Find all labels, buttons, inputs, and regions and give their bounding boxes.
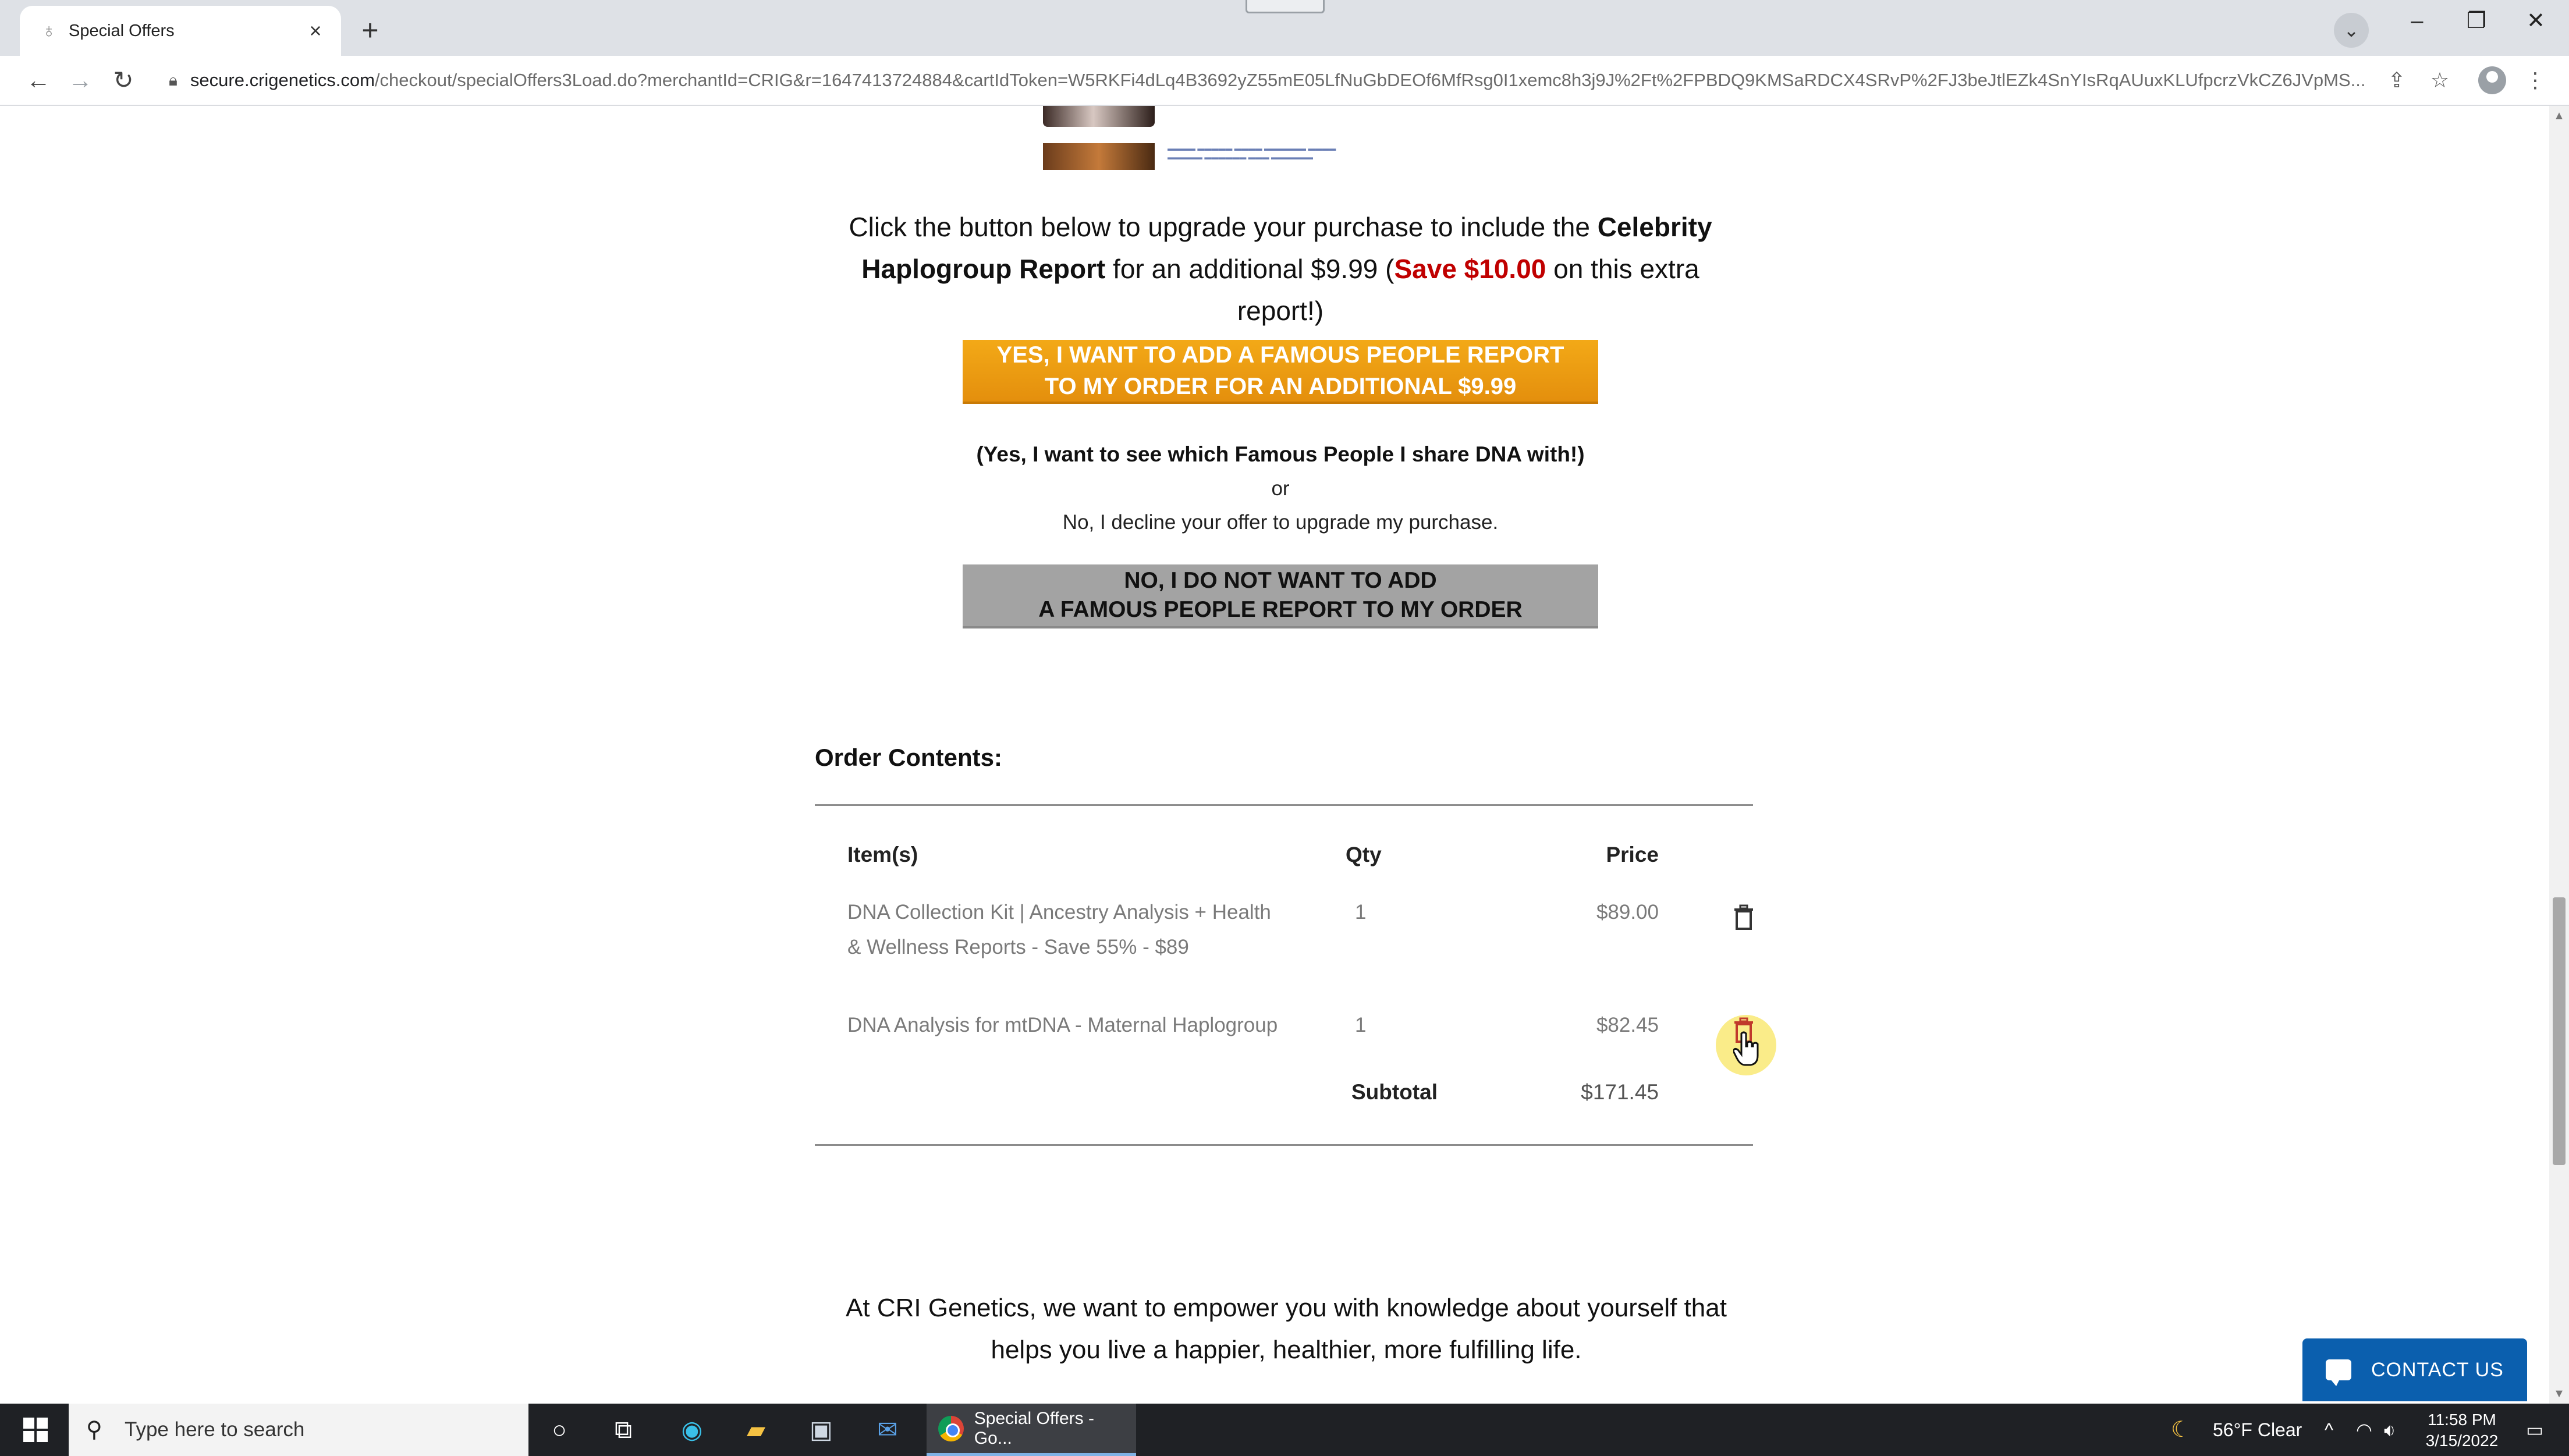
upgrade-pitch: Click the button below to upgrade your p… [815,206,1746,332]
top-drag-handle[interactable] [1246,0,1325,13]
tab-close-icon[interactable]: × [301,17,329,45]
star-icon[interactable]: ☆ [2423,64,2456,97]
decline-report-button[interactable]: NO, I DO NOT WANT TO ADD A FAMOUS PEOPLE… [963,564,1598,628]
add-report-button[interactable]: YES, I WANT TO ADD A FAMOUS PEOPLE REPOR… [963,340,1598,404]
subtotal-label: Subtotal [1351,1080,1438,1104]
windows-taskbar: ⚲ Type here to search ○ ⧉ ◉ ▰ ▣ ✉ Specia… [0,1404,2569,1456]
contact-label: CONTACT US [2371,1358,2504,1381]
mission-statement: At CRI Genetics, we want to empower you … [815,1287,1758,1371]
subtotal-value: $171.45 [1581,1080,1659,1104]
item-name: & Wellness Reports - Save 55% - $89 [847,936,1189,958]
scrollbar-thumb[interactable] [2553,897,2566,1165]
search-icon: ⚲ [86,1418,102,1442]
trash-icon[interactable] [1732,904,1755,931]
pitch-bold: Haplogroup Report [861,254,1106,284]
button-label: A FAMOUS PEOPLE REPORT TO MY ORDER [1038,597,1523,622]
url-path: /checkout/specialOffers3Load.do?merchant… [374,70,2366,90]
button-label: YES, I WANT TO ADD A FAMOUS PEOPLE REPOR… [996,342,1564,368]
column-header-qty: Qty [1346,843,1382,867]
edge-icon[interactable]: ◉ [675,1413,709,1447]
page-scrollbar[interactable]: ▲ ▼ [2549,106,2569,1404]
menu-icon[interactable]: ⋮ [2519,64,2552,97]
browser-tab[interactable]: ♁ Special Offers × [20,6,341,56]
divider [815,804,1753,806]
clock-time: 11:58 PM [2428,1411,2496,1429]
celebrity-photo [1043,106,1155,127]
or-text: or [1271,477,1290,500]
back-icon[interactable]: ← [21,63,56,98]
column-header-price: Price [1606,843,1659,867]
pitch-bold: Celebrity [1597,212,1712,242]
browser-toolbar: ← → ↻ 🔒︎ secure.crigenetics.com/checkout… [0,56,2569,106]
table-row-item: DNA Collection Kit | Ancestry Analysis +… [847,895,1290,965]
column-header-item: Item(s) [847,843,918,867]
address-bar[interactable]: 🔒︎ secure.crigenetics.com/checkout/speci… [169,65,2375,95]
hand-cursor-icon [1733,1031,1759,1066]
button-label: NO, I DO NOT WANT TO ADD [1124,568,1437,593]
windows-start-icon[interactable] [23,1418,48,1442]
yes-subtext: (Yes, I want to see which Famous People … [976,442,1585,466]
cortana-icon[interactable]: ○ [542,1413,576,1447]
taskbar-clock[interactable]: 11:58 PM 3/15/2022 [2415,1409,2508,1451]
notifications-icon[interactable]: ▭ [2526,1404,2543,1456]
lock-icon: 🔒︎ [169,70,178,89]
table-row-qty: 1 [1355,1014,1367,1036]
page-content: ▬▬▬▬ ▬▬▬▬▬ ▬▬▬▬ ▬▬▬▬▬▬ ▬▬▬▬ ▬▬▬▬▬ ▬▬▬▬▬▬ … [0,106,2549,1404]
url-host: secure.crigenetics.com [190,70,375,90]
mission-text: helps you live a happier, healthier, mor… [991,1336,1582,1364]
favicon-icon: ♁ [41,20,56,42]
taskbar-search-box[interactable]: ⚲ Type here to search [69,1404,528,1456]
pitch-text: Click the button below to upgrade your p… [849,212,1598,242]
forward-icon[interactable]: → [63,63,98,98]
tab-title: Special Offers [69,21,175,40]
mission-text: At CRI Genetics, we want to empower you … [846,1294,1727,1322]
scroll-down-icon[interactable]: ▼ [2549,1384,2569,1404]
mail-icon[interactable]: ✉ [871,1413,904,1447]
save-amount: Save $10.00 [1394,254,1546,284]
volume-icon[interactable]: 🔉︎ [2384,1404,2396,1456]
celebrity-caption: ▬▬▬▬ ▬▬▬▬▬ ▬▬▬▬ ▬▬▬▬▬▬ ▬▬▬▬ ▬▬▬▬▬ ▬▬▬▬▬▬ … [1168,144,1336,161]
chrome-taskbar-item[interactable]: Special Offers - Go... [927,1404,1136,1456]
minimize-icon[interactable]: – [2391,3,2443,38]
tab-strip: ♁ Special Offers × + ⌄ – ❐ ✕ [0,0,2569,56]
order-contents-title: Order Contents: [815,744,1003,771]
tray-chevron-icon[interactable]: ^ [2325,1404,2333,1456]
profile-avatar[interactable] [2478,66,2506,94]
tab-search-icon[interactable]: ⌄ [2334,13,2369,48]
file-explorer-icon[interactable]: ▰ [739,1413,773,1447]
task-view-icon[interactable]: ⧉ [606,1413,640,1447]
weather-text[interactable]: 56°F Clear [2213,1404,2302,1456]
close-window-icon[interactable]: ✕ [2510,3,2562,38]
clock-date: 3/15/2022 [2425,1432,2499,1450]
chat-icon [2326,1359,2351,1386]
table-row-item: DNA Analysis for mtDNA - Maternal Haplog… [847,1014,1278,1036]
divider [815,1144,1753,1146]
new-tab-button[interactable]: + [353,13,388,48]
pitch-text: for an additional $9.99 ( [1105,254,1395,284]
share-icon[interactable]: ⇪ [2380,64,2413,97]
table-row-qty: 1 [1355,901,1367,924]
contact-us-button[interactable]: CONTACT US [2302,1338,2527,1401]
chrome-task-label: Special Offers - Go... [974,1408,1094,1448]
table-row-price: $82.45 [1596,1014,1659,1036]
button-label: TO MY ORDER FOR AN ADDITIONAL $9.99 [1044,374,1517,399]
scroll-up-icon[interactable]: ▲ [2549,106,2569,126]
decline-text: No, I decline your offer to upgrade my p… [1062,511,1499,534]
reload-icon[interactable]: ↻ [106,63,141,98]
network-icon[interactable]: ◠ [2356,1404,2372,1456]
taskbar-search-placeholder: Type here to search [125,1418,305,1441]
item-name: DNA Collection Kit | Ancestry Analysis +… [847,901,1271,924]
store-icon[interactable]: ▣ [804,1413,838,1447]
weather-moon-icon: ☾ [2171,1418,2191,1442]
celebrity-photo [1043,143,1155,170]
table-row-price: $89.00 [1596,901,1659,924]
chrome-icon [938,1415,964,1441]
restore-icon[interactable]: ❐ [2450,3,2503,38]
